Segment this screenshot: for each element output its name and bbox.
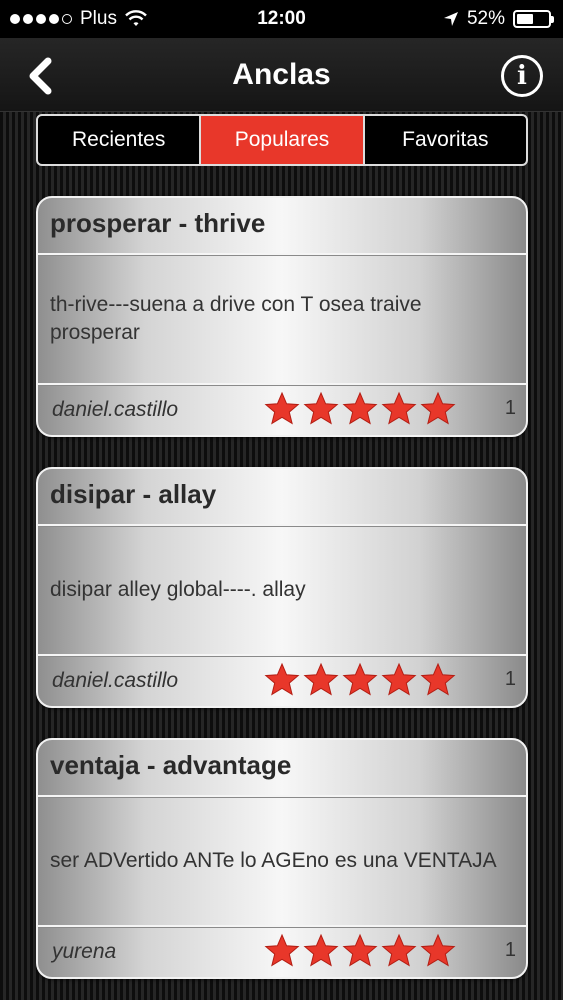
back-button[interactable] <box>22 56 62 96</box>
card-text: disipar alley global----. allay <box>50 578 306 601</box>
card-footer: yurena 1 <box>38 927 526 977</box>
card-title: prosperar - thrive <box>38 198 526 255</box>
info-button[interactable]: i <box>501 55 543 97</box>
card-author: daniel.castillo <box>52 669 179 692</box>
battery-icon <box>513 10 554 28</box>
battery-percent: 52% <box>466 8 505 29</box>
page-title: Anclas <box>232 57 331 91</box>
star-rating[interactable] <box>264 933 456 969</box>
card-text: ser ADVertido ANTe lo AGEno es una VENTA… <box>50 849 497 872</box>
star-icon[interactable] <box>342 933 378 969</box>
battery-fill <box>517 14 533 24</box>
card-body: ser ADVertido ANTe lo AGEno es una VENTA… <box>38 797 526 927</box>
status-right: 52% <box>443 8 554 30</box>
rating-count: 1 <box>504 668 516 690</box>
segmented-control: Recientes Populares Favoritas <box>36 114 528 166</box>
star-icon[interactable] <box>420 662 456 698</box>
star-icon[interactable] <box>420 933 456 969</box>
star-icon[interactable] <box>264 662 300 698</box>
star-icon[interactable] <box>264 933 300 969</box>
card-footer: daniel.castillo 1 <box>38 385 526 435</box>
tab-recientes[interactable]: Recientes <box>38 116 202 164</box>
card-author: yurena <box>52 940 117 963</box>
star-rating[interactable] <box>264 662 456 698</box>
rating-count: 1 <box>504 397 516 419</box>
star-icon[interactable] <box>420 391 456 427</box>
star-icon[interactable] <box>381 391 417 427</box>
info-icon: i <box>517 61 527 91</box>
card-title: ventaja - advantage <box>38 740 526 797</box>
status-left: Plus <box>10 8 147 30</box>
card-author: daniel.castillo <box>52 398 179 421</box>
tab-favoritas[interactable]: Favoritas <box>365 116 526 164</box>
anchor-card[interactable]: ventaja - advantage ser ADVertido ANTe l… <box>36 738 528 979</box>
tab-populares[interactable]: Populares <box>201 116 365 164</box>
card-text: th-rive---suena a drive con T osea traiv… <box>50 293 422 344</box>
wifi-icon <box>125 10 147 26</box>
star-icon[interactable] <box>303 662 339 698</box>
star-icon[interactable] <box>381 933 417 969</box>
status-bar: Plus 12:00 52% <box>0 0 563 38</box>
rating-count: 1 <box>504 939 516 961</box>
card-title: disipar - allay <box>38 469 526 526</box>
navigation-bar: Anclas i <box>0 38 563 112</box>
star-icon[interactable] <box>264 391 300 427</box>
star-icon[interactable] <box>381 662 417 698</box>
anchor-card[interactable]: disipar - allay disipar alley global----… <box>36 467 528 708</box>
star-icon[interactable] <box>303 391 339 427</box>
card-body: disipar alley global----. allay <box>38 526 526 656</box>
star-icon[interactable] <box>303 933 339 969</box>
carrier-label: Plus <box>80 8 117 29</box>
chevron-left-icon <box>29 57 52 95</box>
signal-strength-icon <box>10 14 72 24</box>
anchor-card[interactable]: prosperar - thrive th-rive---suena a dri… <box>36 196 528 437</box>
anchor-list: prosperar - thrive th-rive---suena a dri… <box>36 196 528 1000</box>
star-rating[interactable] <box>264 391 456 427</box>
card-body: th-rive---suena a drive con T osea traiv… <box>38 255 526 385</box>
star-icon[interactable] <box>342 662 378 698</box>
location-arrow-icon <box>443 12 458 26</box>
card-footer: daniel.castillo 1 <box>38 656 526 706</box>
star-icon[interactable] <box>342 391 378 427</box>
